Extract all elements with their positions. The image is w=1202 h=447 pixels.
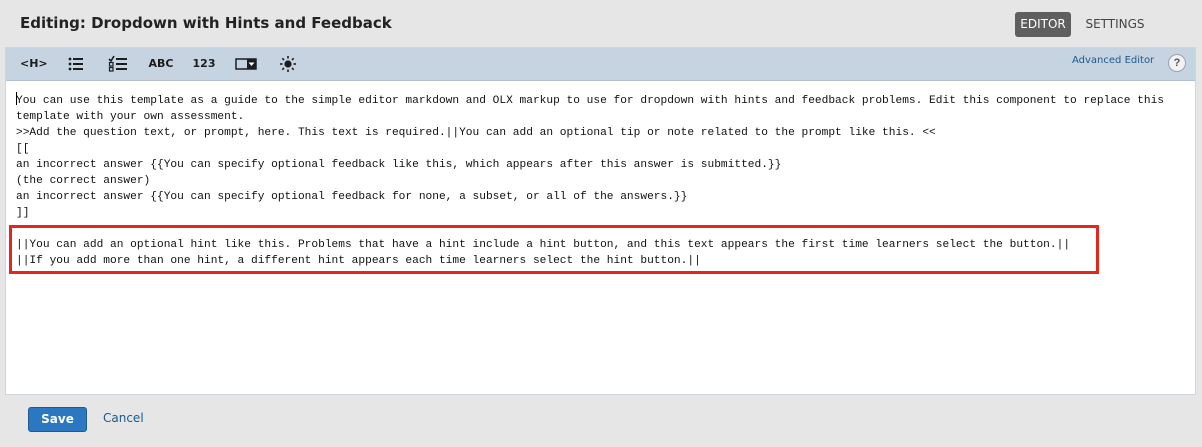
advanced-editor-link[interactable]: Advanced Editor <box>1072 55 1154 66</box>
checkboxes-icon[interactable] <box>107 55 129 73</box>
heading-button[interactable]: <H> <box>20 55 48 73</box>
editor-line: ]] <box>16 207 30 219</box>
editor-line: (the correct answer) <box>16 175 151 187</box>
tab-settings[interactable]: SETTINGS <box>1080 12 1150 37</box>
save-button[interactable]: Save <box>28 407 87 432</box>
editor-line: an incorrect answer {{You can specify op… <box>16 159 782 171</box>
editor-footer: Save Cancel <box>0 395 1202 447</box>
editor-line-text: You can use this template as a guide to … <box>16 95 1165 107</box>
tab-editor[interactable]: EDITOR <box>1015 12 1071 37</box>
editor-toolbar: <H> ABC 123 Advanced Editor ? <box>6 48 1195 81</box>
dropdown-icon[interactable] <box>234 55 258 73</box>
editor-line: You can use this template as a guide to … <box>16 92 1185 109</box>
page-title: Editing: Dropdown with Hints and Feedbac… <box>20 14 392 32</box>
editor-line: >>Add the question text, or prompt, here… <box>16 127 936 139</box>
text-input-button[interactable]: ABC <box>148 55 174 73</box>
editor-line: template with your own assessment. <box>16 111 245 123</box>
editor-line: an incorrect answer {{You can specify op… <box>16 191 688 203</box>
cancel-button[interactable]: Cancel <box>103 411 144 425</box>
hint-line: ||You can add an optional hint like this… <box>16 239 1071 251</box>
hint-line: ||If you add more than one hint, a diffe… <box>16 255 701 267</box>
help-icon[interactable]: ? <box>1168 54 1186 72</box>
numerical-input-button[interactable]: 123 <box>191 55 217 73</box>
editor-panel: <H> ABC 123 Advanced Editor ? You can us… <box>5 47 1196 395</box>
markdown-editor[interactable]: You can use this template as a guide to … <box>6 81 1195 394</box>
explanation-icon[interactable] <box>278 55 298 73</box>
editor-line: [[ <box>16 143 30 155</box>
editor-header: Editing: Dropdown with Hints and Feedbac… <box>0 0 1202 47</box>
multiple-choice-icon[interactable] <box>66 55 86 73</box>
